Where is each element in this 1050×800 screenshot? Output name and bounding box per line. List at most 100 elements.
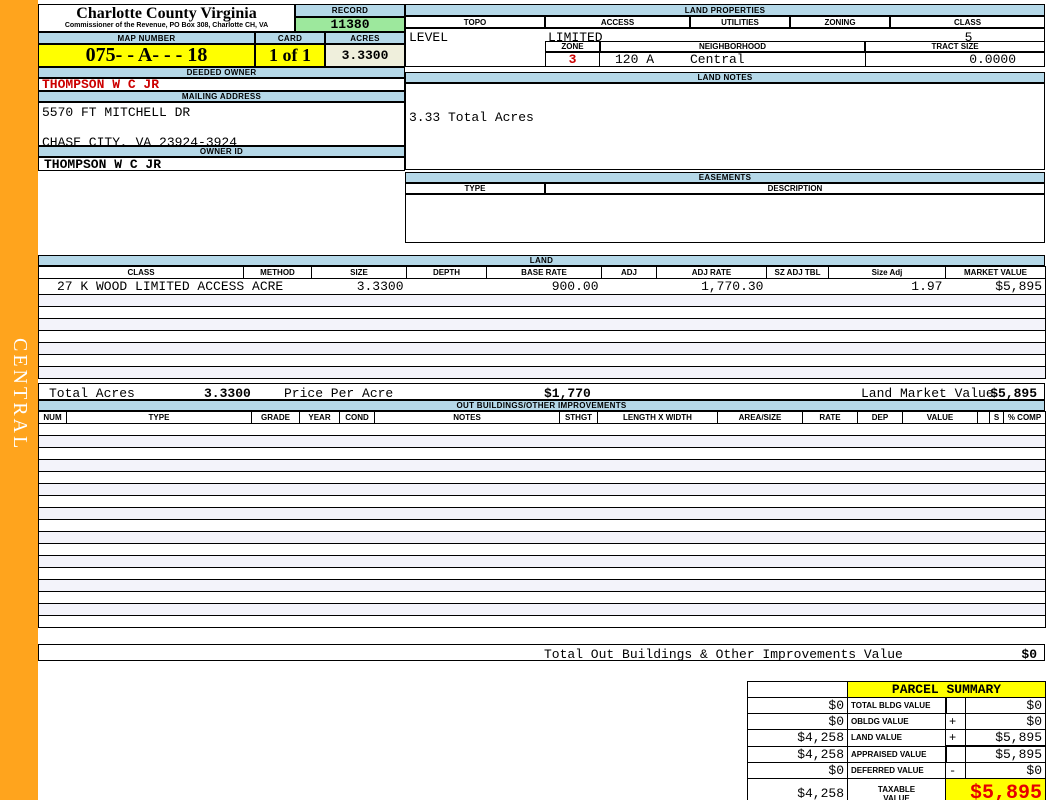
empty-row [39, 448, 1046, 460]
ps-label-deferred: DEFERRED VALUE [848, 763, 946, 779]
empty-row [39, 424, 1046, 436]
empty-row [39, 484, 1046, 496]
district-sidebar: CENTRAL [0, 0, 38, 800]
record-number: 11380 [295, 17, 405, 32]
empty-row [39, 367, 1046, 379]
land-size-adj-value: 1.97 [829, 279, 946, 295]
land-properties-title: LAND PROPERTIES [405, 4, 1045, 16]
class-label: CLASS [890, 16, 1045, 28]
topo-value: LEVEL [409, 30, 448, 45]
card-value: 1 of 1 [255, 44, 325, 67]
land-size-value: 3.3300 [312, 279, 407, 295]
easements-box [405, 194, 1045, 243]
ps-op-appraised [946, 746, 966, 763]
ps-op-deferred: - [946, 763, 966, 779]
ps-label-taxable-line2: VALUE [851, 794, 942, 800]
land-col-sz-adj-tbl: SZ ADJ TBL [767, 267, 829, 279]
total-acres-value: 3.3300 [204, 386, 251, 401]
empty-row [39, 319, 1046, 331]
ps-label-obldg: OBLDG VALUE [848, 714, 946, 730]
map-number-value: 075- - A- - - 18 [38, 44, 255, 67]
ps-value-appraised: $5,895 [966, 746, 1046, 763]
ps-row-land: $4,258 LAND VALUE + $5,895 [748, 730, 1046, 747]
parcel-summary: PARCEL SUMMARY $0 TOTAL BLDG VALUE $0 $0… [747, 681, 1046, 800]
empty-row [39, 355, 1046, 367]
land-col-size: SIZE [312, 267, 407, 279]
tract-size-value: 0.0000 [865, 52, 1045, 67]
mailing-address-label: MAILING ADDRESS [38, 91, 405, 102]
empty-row [39, 331, 1046, 343]
land-adj-rate-value: 1,770.30 [657, 279, 767, 295]
owner-id-label: OWNER ID [38, 146, 405, 157]
land-notes-title: LAND NOTES [405, 72, 1045, 83]
ps-row-total-bldg: $0 TOTAL BLDG VALUE $0 [748, 698, 1046, 714]
ps-header-blank [748, 682, 848, 698]
ob-col-dep: DEP [858, 412, 903, 424]
topo-label: TOPO [405, 16, 545, 28]
ob-col-area-size: AREA/SIZE [718, 412, 803, 424]
land-col-depth: DEPTH [407, 267, 487, 279]
ob-col-num: NUM [39, 412, 67, 424]
ps-row-deferred: $0 DEFERRED VALUE - $0 [748, 763, 1046, 779]
ob-col-type: TYPE [67, 412, 252, 424]
empty-row [39, 472, 1046, 484]
price-per-acre-label: Price Per Acre [284, 386, 393, 401]
empty-row [39, 460, 1046, 472]
out-buildings-total-value: $0 [1021, 647, 1037, 662]
ps-prior-total-bldg: $0 [748, 698, 848, 714]
ps-label-appraised: APPRAISED VALUE [848, 746, 946, 763]
card-label: CARD [255, 32, 325, 44]
ob-col-s: S [990, 412, 1004, 424]
empty-row [39, 508, 1046, 520]
empty-row [39, 544, 1046, 556]
record-label: RECORD [295, 4, 405, 17]
out-buildings-table: NUM TYPE GRADE YEAR COND NOTES STHGT LEN… [38, 411, 1046, 628]
ps-value-taxable: $5,895 [946, 779, 1046, 800]
land-col-method: METHOD [244, 267, 312, 279]
ps-value-total-bldg: $0 [966, 698, 1046, 714]
access-label: ACCESS [545, 16, 690, 28]
ps-prior-obldg: $0 [748, 714, 848, 730]
ps-op-total-bldg [946, 698, 966, 714]
empty-row [39, 568, 1046, 580]
owner-id-value: THOMPSON W C JR [38, 157, 405, 171]
ps-prior-taxable: $4,258 [748, 779, 848, 800]
empty-row [39, 532, 1046, 544]
ob-col-length-width: LENGTH X WIDTH [598, 412, 718, 424]
empty-row [39, 520, 1046, 532]
county-header: Charlotte County Virginia Commissioner o… [38, 4, 295, 32]
zone-value: 3 [545, 52, 600, 67]
ob-col-blank [978, 412, 990, 424]
map-number-label: MAP NUMBER [38, 32, 255, 44]
land-table: CLASS METHOD SIZE DEPTH BASE RATE ADJ AD… [38, 266, 1046, 379]
ps-row-appraised: $4,258 APPRAISED VALUE $5,895 [748, 746, 1046, 763]
ps-value-obldg: $0 [966, 714, 1046, 730]
empty-row [39, 307, 1046, 319]
utilities-label: UTILITIES [690, 16, 790, 28]
empty-row [39, 592, 1046, 604]
acres-label: ACRES [325, 32, 405, 44]
empty-row [39, 343, 1046, 355]
land-market-value-label: Land Market Value [861, 386, 994, 401]
ob-col-grade: GRADE [252, 412, 300, 424]
land-note: 3.33 Total Acres [409, 110, 1044, 125]
empty-row [39, 295, 1046, 307]
ps-prior-deferred: $0 [748, 763, 848, 779]
zone-label: ZONE [545, 41, 600, 52]
ob-col-year: YEAR [300, 412, 340, 424]
tract-size-label: TRACT SIZE [865, 41, 1045, 52]
zoning-label: ZONING [790, 16, 890, 28]
land-col-market-value: MARKET VALUE [946, 267, 1046, 279]
land-sz-adj-tbl-value [767, 279, 829, 295]
land-class-value: 27 K WOOD LIMITED ACCESS ACRE [39, 279, 312, 295]
district-label: CENTRAL [8, 338, 31, 451]
land-table-title: LAND [38, 255, 1045, 266]
empty-row [39, 616, 1046, 628]
land-col-class: CLASS [39, 267, 244, 279]
mailing-address-box: 5570 FT MITCHELL DR CHASE CITY, VA 23924… [38, 102, 405, 146]
land-totals-row: Total Acres 3.3300 Price Per Acre $1,770… [38, 383, 1045, 400]
ps-label-taxable-line1: TAXABLE [851, 785, 942, 794]
land-adj-value [602, 279, 657, 295]
parcel-summary-title: PARCEL SUMMARY [848, 682, 1046, 698]
land-market-value-total: $5,895 [990, 386, 1037, 401]
